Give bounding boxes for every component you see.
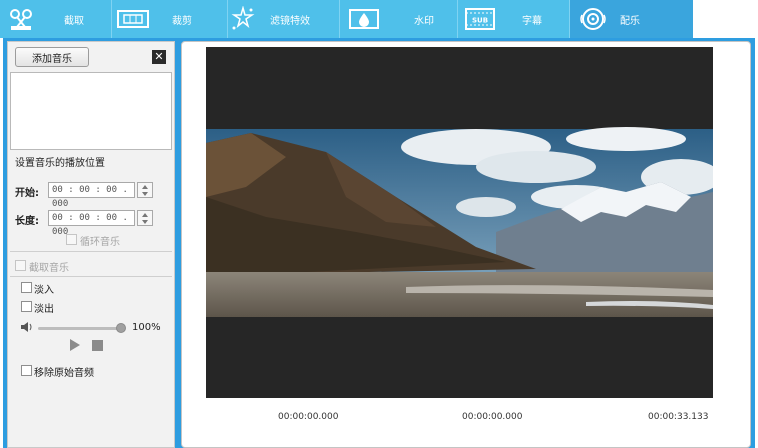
tab-watermark[interactable]: 水印 (340, 0, 458, 38)
toolbar-strip: 截取 裁剪 滤镜特效 水印 SUB 字幕 配乐 (0, 0, 693, 38)
fade-in-checkbox[interactable] (21, 282, 32, 293)
tab-cut-label: 截取 (64, 16, 84, 27)
trim-music-label: 截取音乐 (29, 263, 69, 274)
tab-subtitle-label: 字幕 (522, 16, 542, 27)
tab-crop[interactable]: 裁剪 (112, 0, 228, 38)
position-section-title: 设置音乐的播放位置 (15, 158, 105, 169)
music-disc-icon (580, 6, 606, 32)
watermark-drop-icon (348, 6, 380, 32)
add-music-button[interactable]: 添加音乐 (15, 47, 89, 67)
start-label: 开始: (15, 188, 39, 199)
tab-effects[interactable]: 滤镜特效 (228, 0, 340, 38)
loop-music-label: 循环音乐 (80, 237, 120, 248)
video-preview[interactable] (206, 47, 713, 398)
remove-original-audio-checkbox[interactable] (21, 365, 32, 376)
length-time-input[interactable]: 00 : 00 : 00 . 000 (48, 210, 135, 237)
trim-music-checkbox[interactable] (15, 260, 26, 271)
volume-slider-handle[interactable] (116, 323, 126, 333)
crop-icon (116, 6, 150, 32)
time-total: 00:00:33.133 (648, 412, 709, 422)
video-frame-image (206, 47, 713, 398)
spinner-up-icon (142, 213, 148, 217)
spinner-down-icon (142, 220, 148, 224)
tab-watermark-label: 水印 (414, 16, 434, 27)
music-list[interactable] (10, 72, 172, 150)
play-icon[interactable] (69, 339, 81, 354)
tab-music-label: 配乐 (620, 16, 640, 27)
effects-sparkle-icon (230, 6, 256, 32)
length-time-spinner[interactable] (137, 210, 153, 226)
music-settings-panel: 添加音乐 ✕ 设置音乐的播放位置 开始: 00 : 00 : 00 . 000 … (7, 41, 175, 448)
loop-music-checkbox[interactable] (66, 234, 77, 245)
film-cut-icon (8, 6, 34, 32)
subtitle-icon: SUB (464, 6, 496, 32)
volume-slider[interactable] (38, 327, 120, 330)
time-start: 00:00:00.000 (278, 412, 339, 422)
stop-icon[interactable] (92, 340, 103, 354)
tab-music[interactable]: 配乐 (570, 0, 693, 38)
divider (10, 276, 172, 277)
tab-crop-label: 裁剪 (172, 16, 192, 27)
tab-effects-label: 滤镜特效 (270, 16, 310, 27)
close-icon[interactable]: ✕ (152, 50, 166, 64)
divider (10, 251, 172, 252)
fade-in-label: 淡入 (34, 285, 54, 296)
volume-speaker-icon (20, 321, 34, 336)
time-current: 00:00:00.000 (462, 412, 523, 422)
spinner-up-icon (142, 185, 148, 189)
spinner-down-icon (142, 192, 148, 196)
remove-original-audio-label: 移除原始音频 (34, 368, 94, 379)
start-time-spinner[interactable] (137, 182, 153, 198)
volume-percent: 100% (132, 322, 161, 333)
tab-cut[interactable]: 截取 (0, 0, 112, 38)
toolbar: 截取 裁剪 滤镜特效 水印 SUB 字幕 配乐 (0, 0, 758, 38)
fade-out-label: 淡出 (34, 304, 54, 315)
svg-text:SUB: SUB (472, 17, 488, 25)
fade-out-checkbox[interactable] (21, 301, 32, 312)
start-time-input[interactable]: 00 : 00 : 00 . 000 (48, 182, 135, 209)
tab-subtitle[interactable]: SUB 字幕 (458, 0, 570, 38)
length-label: 长度: (15, 216, 39, 227)
